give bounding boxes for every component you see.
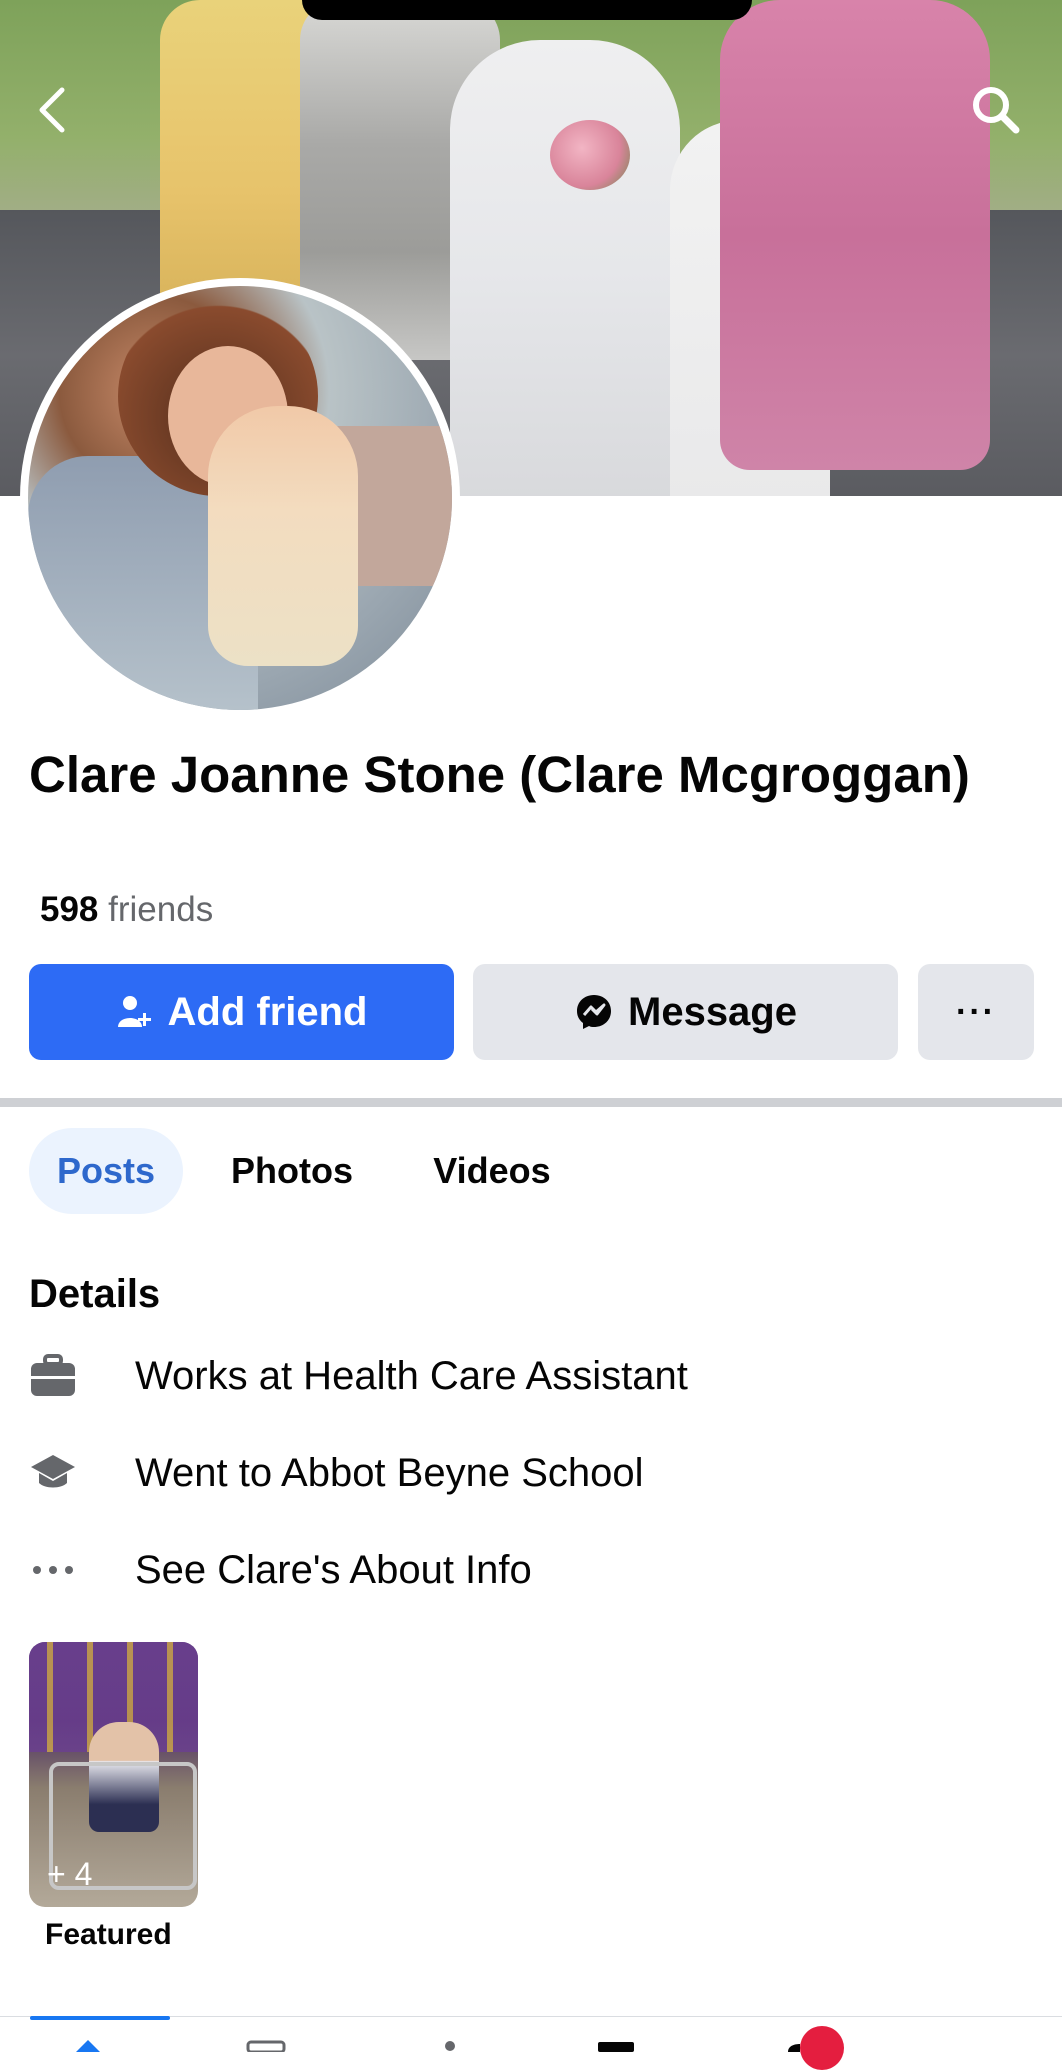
detail-work[interactable]: Works at Health Care Assistant xyxy=(29,1346,1029,1406)
tab-photos[interactable]: Photos xyxy=(202,1128,382,1214)
featured-collection[interactable]: + 4 xyxy=(29,1642,198,1907)
graduation-cap-icon xyxy=(29,1449,77,1497)
featured-count: + 4 xyxy=(47,1856,93,1892)
search-icon xyxy=(973,87,1020,134)
tab-label: Photos xyxy=(231,1150,353,1191)
briefcase-icon xyxy=(29,1352,77,1400)
cover-figure-bride xyxy=(450,40,680,496)
tab-label: Posts xyxy=(56,1150,156,1191)
tab-posts[interactable]: Posts xyxy=(29,1128,183,1214)
search-button[interactable] xyxy=(966,80,1026,140)
bottom-nav-active-indicator xyxy=(30,2016,170,2020)
section-divider xyxy=(0,1098,1062,1107)
notification-badge xyxy=(800,2026,844,2070)
home-icon[interactable] xyxy=(68,2032,108,2052)
tab-videos[interactable]: Videos xyxy=(404,1128,580,1214)
video-icon[interactable] xyxy=(246,2032,286,2054)
add-friend-icon xyxy=(117,996,151,1027)
dynamic-island xyxy=(302,0,752,20)
profile-photo xyxy=(28,286,452,710)
more-dots-icon xyxy=(29,1546,77,1594)
more-options-button[interactable]: ··· xyxy=(918,964,1034,1060)
detail-work-text: Works at Health Care Assistant xyxy=(135,1353,688,1398)
see-about-info[interactable]: See Clare's About Info xyxy=(29,1540,1029,1600)
friends-count-link[interactable]: 598 friends xyxy=(40,890,213,930)
featured-label: Featured xyxy=(45,1918,172,1951)
details-heading: Details xyxy=(29,1272,161,1316)
see-about-info-text: See Clare's About Info xyxy=(135,1547,532,1592)
back-chevron-icon xyxy=(39,87,65,133)
friends-count: 598 xyxy=(40,890,99,929)
marketplace-icon[interactable] xyxy=(596,2032,636,2052)
add-friend-label: Add friend xyxy=(167,989,368,1034)
detail-education-text: Went to Abbot Beyne School xyxy=(135,1450,644,1495)
message-button[interactable]: Message xyxy=(473,964,898,1060)
cover-bouquet xyxy=(550,120,630,190)
more-dots-icon: ··· xyxy=(956,992,996,1031)
friends-label: friends xyxy=(108,890,214,929)
detail-education[interactable]: Went to Abbot Beyne School xyxy=(29,1443,1029,1503)
photo-baby xyxy=(208,406,358,666)
add-friend-button[interactable]: Add friend xyxy=(29,964,454,1060)
profile-picture[interactable] xyxy=(20,278,460,718)
cover-figure xyxy=(720,0,990,470)
tab-label: Videos xyxy=(433,1150,551,1191)
message-label: Message xyxy=(628,989,797,1034)
profile-name: Clare Joanne Stone (Clare Mcgroggan) xyxy=(29,746,970,803)
back-button[interactable] xyxy=(26,80,86,140)
friends-icon[interactable] xyxy=(430,2032,470,2052)
messenger-icon xyxy=(577,995,611,1029)
